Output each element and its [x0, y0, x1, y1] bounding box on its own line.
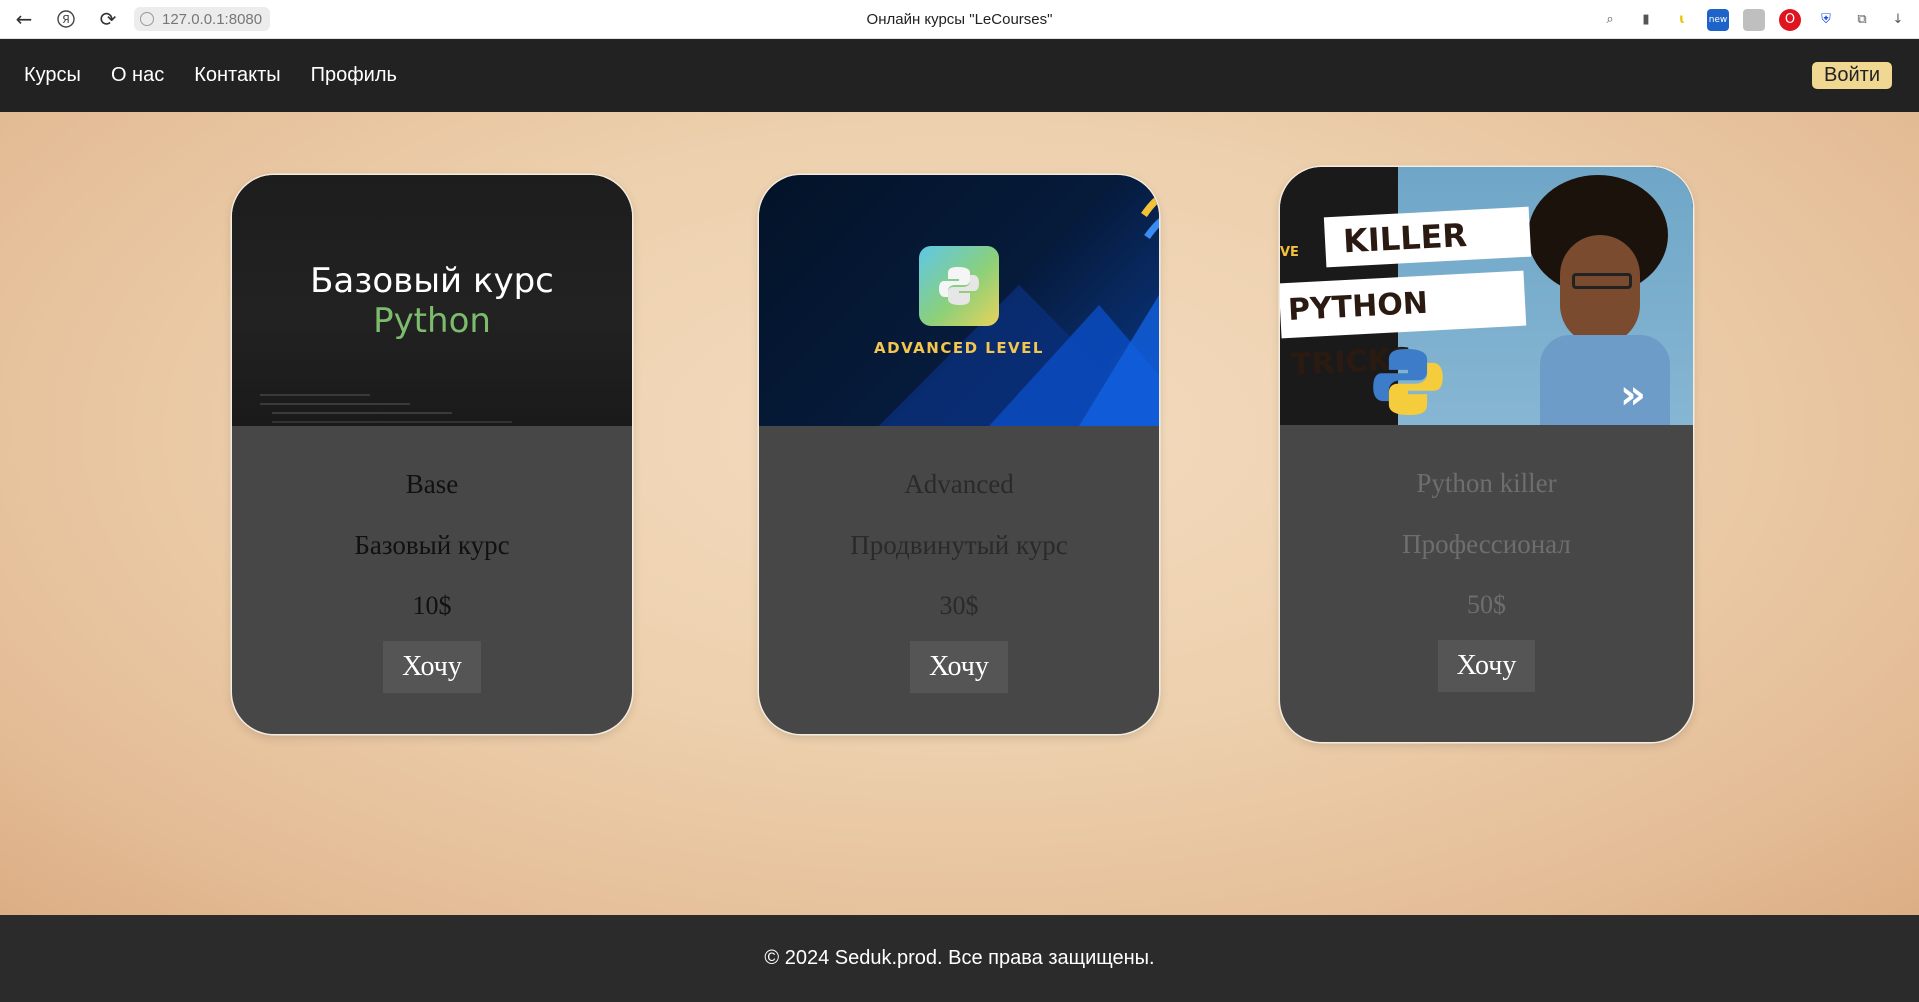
course-card-killer: KILLER PYTHON TRICKS VE » Python killer …	[1280, 167, 1693, 742]
course-description: Базовый курс	[354, 530, 510, 560]
shield-icon[interactable]: ⛨	[1815, 9, 1837, 31]
courses-section: Базовый курс Python Base Базовый курс 10…	[0, 112, 1919, 915]
course-image-killer: KILLER PYTHON TRICKS VE »	[1280, 167, 1693, 425]
image-title: Базовый курс	[310, 261, 554, 301]
reload-icon[interactable]: ⟳	[94, 5, 122, 33]
image-tag: VE	[1280, 245, 1299, 260]
want-button[interactable]: Хочу	[910, 641, 1008, 693]
footer-copyright: © 2024 Seduk.prod. Все права защищены.	[764, 947, 1155, 969]
download-icon[interactable]: ↓	[1887, 9, 1909, 31]
course-body: Base Базовый курс 10$ Хочу	[232, 426, 632, 734]
site-header: Курсы О нас Контакты Профиль Войти	[0, 39, 1919, 112]
address-bar[interactable]: 127.0.0.1:8080	[134, 7, 271, 31]
course-body: Advanced Продвинутый курс 30$ Хочу	[759, 426, 1159, 734]
extension-yellow-icon[interactable]: ɩ	[1671, 9, 1693, 31]
menu-courses[interactable]: Курсы	[24, 64, 81, 87]
course-description: Профессионал	[1402, 529, 1571, 559]
yandex-icon[interactable]: Я	[52, 5, 80, 33]
bookmark-icon[interactable]: ▮	[1635, 9, 1657, 31]
killer-label-box: KILLER	[1323, 206, 1532, 268]
site-footer: © 2024 Seduk.prod. Все права защищены.	[0, 915, 1919, 1002]
main-menu: Курсы О нас Контакты Профиль	[24, 64, 397, 87]
browser-toolbar: Онлайн курсы "LeCourses" ← Я ⟳ 127.0.0.1…	[0, 0, 1919, 39]
want-button[interactable]: Хочу	[1437, 640, 1536, 692]
menu-profile[interactable]: Профиль	[311, 64, 397, 87]
code-lines-decoration	[260, 394, 512, 423]
chevron-right-icon: »	[1620, 372, 1646, 418]
course-description: Продвинутый курс	[850, 530, 1068, 560]
svg-text:Я: Я	[62, 13, 70, 26]
opera-icon[interactable]: O	[1779, 8, 1801, 31]
menu-about[interactable]: О нас	[111, 64, 164, 87]
course-image-advanced: ADVANCED LEVEL	[759, 175, 1159, 426]
course-image-base: Базовый курс Python	[232, 175, 632, 426]
course-price: 30$	[939, 591, 979, 620]
menu-contacts[interactable]: Контакты	[194, 64, 280, 87]
python-logo-icon	[1368, 342, 1448, 422]
address-text: 127.0.0.1:8080	[162, 10, 263, 28]
want-button[interactable]: Хочу	[383, 641, 481, 693]
course-price: 10$	[412, 591, 452, 620]
back-icon[interactable]: ←	[10, 5, 38, 33]
course-title: Advanced	[904, 469, 1014, 499]
image-label: ADVANCED LEVEL	[874, 339, 1044, 357]
extension-news-icon[interactable]: new	[1707, 8, 1729, 31]
person-figure	[1520, 175, 1670, 425]
course-title: Base	[405, 469, 459, 499]
image-subtitle: Python	[373, 301, 491, 341]
course-body: Python killer Профессионал 50$ Хочу	[1280, 425, 1693, 742]
search-page-icon[interactable]: ⌕	[1599, 9, 1621, 31]
site-info-icon[interactable]	[140, 12, 154, 26]
extensions-icon[interactable]: ⧉	[1851, 9, 1873, 31]
python-logo-icon	[919, 246, 999, 326]
course-price: 50$	[1467, 590, 1506, 619]
course-title: Python killer	[1416, 468, 1557, 498]
course-card-advanced: ADVANCED LEVEL Advanced Продвинутый курс…	[759, 175, 1159, 734]
course-card-base: Базовый курс Python Base Базовый курс 10…	[232, 175, 632, 734]
extension-gray-icon[interactable]	[1743, 8, 1765, 31]
login-button[interactable]: Войти	[1812, 62, 1892, 89]
